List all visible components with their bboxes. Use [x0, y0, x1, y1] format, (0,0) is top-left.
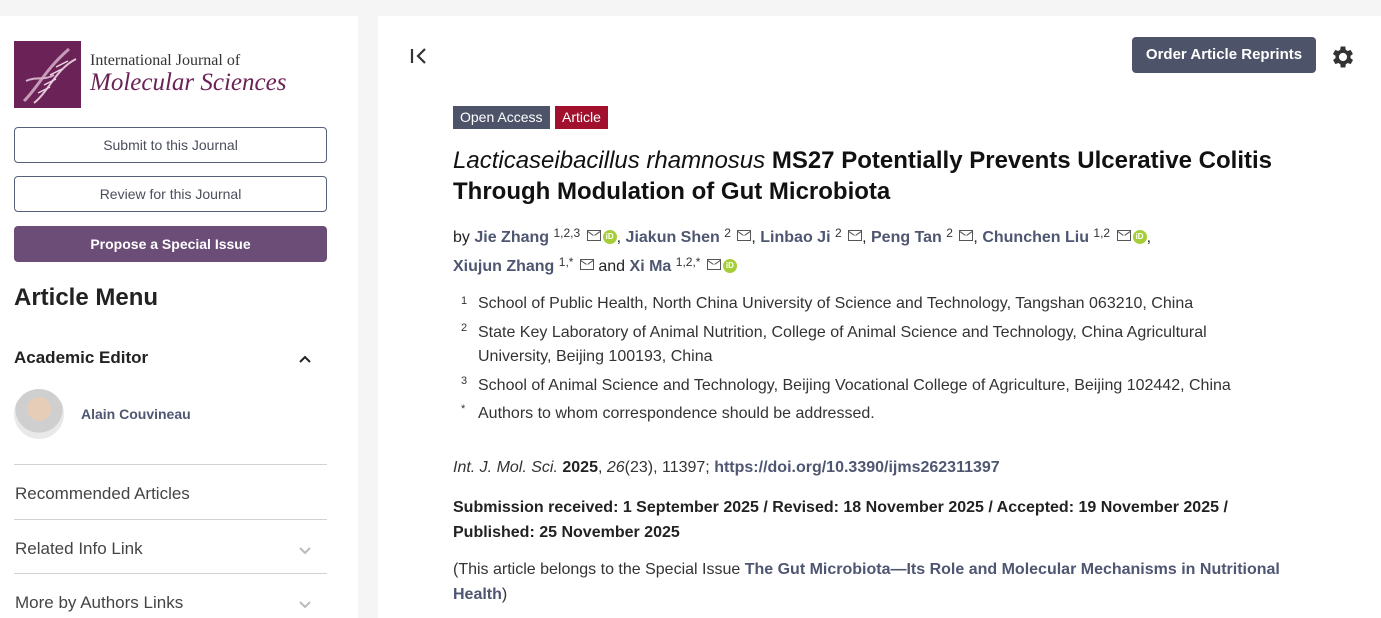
title-species: Lacticaseibacillus rhamnosus	[453, 147, 766, 174]
editor-name-link[interactable]: Alain Couvineau	[81, 406, 191, 422]
special-prefix: (This article belongs to the Special Iss…	[453, 561, 745, 578]
divider	[14, 464, 327, 465]
author-affil-sup: 2	[834, 226, 842, 240]
propose-special-issue-button[interactable]: Propose a Special Issue	[14, 226, 327, 262]
email-icon[interactable]	[959, 230, 974, 241]
dna-logo-icon	[14, 41, 81, 108]
article-dates: Submission received: 1 September 2025 / …	[453, 499, 1228, 541]
author-link[interactable]: Peng Tan	[871, 229, 942, 246]
author-affil-sup: 1,2	[1093, 226, 1111, 240]
divider	[14, 519, 327, 520]
author-affil-sup: 2	[724, 226, 731, 240]
citation-issue: (23), 11397;	[624, 459, 715, 476]
author-link[interactable]: Xi Ma	[630, 258, 672, 275]
email-icon[interactable]	[586, 230, 601, 241]
citation-volume: 26	[606, 459, 625, 476]
collapse-sidebar-icon[interactable]	[409, 47, 429, 65]
affiliation-number: 2	[461, 322, 468, 334]
author-link[interactable]: Jiakun Shen	[626, 229, 720, 246]
orcid-icon[interactable]: iD	[1132, 230, 1147, 244]
author-affil-sup: 1,2,*	[675, 255, 701, 269]
citation-year: 2025	[562, 459, 598, 476]
submit-journal-button[interactable]: Submit to this Journal	[14, 127, 327, 163]
avatar	[14, 389, 64, 439]
divider	[14, 573, 327, 574]
affiliation-number: 3	[461, 375, 468, 387]
open-access-badge[interactable]: Open Access	[453, 106, 550, 129]
author-link[interactable]: Chunchen Liu	[982, 229, 1089, 246]
email-icon[interactable]	[737, 230, 752, 241]
author-list: by Jie Zhang 1,2,3 iD, Jiakun Shen 2 , L…	[453, 226, 1152, 275]
review-journal-button[interactable]: Review for this Journal	[14, 176, 327, 212]
article-title: Lacticaseibacillus rhamnosus MS27 Potent…	[453, 145, 1313, 207]
order-reprints-button[interactable]: Order Article Reprints	[1132, 37, 1316, 73]
more-by-authors-link[interactable]: More by Authors Links	[15, 593, 183, 613]
author-link[interactable]: Xiujun Zhang	[453, 258, 554, 275]
author-affil-sup: 1,*	[558, 255, 574, 269]
orcid-icon[interactable]: iD	[602, 230, 617, 244]
recommended-articles-link[interactable]: Recommended Articles	[15, 484, 190, 504]
doi-link[interactable]: https://doi.org/10.3390/ijms262311397	[714, 459, 999, 476]
author-link[interactable]: Linbao Ji	[760, 229, 830, 246]
author-link[interactable]: Jie Zhang	[474, 229, 549, 246]
author-affil-sup: 1,2,3	[553, 226, 581, 240]
affiliation-number: *	[461, 403, 466, 415]
by-label: by	[453, 229, 470, 246]
special-issue-note: (This article belongs to the Special Iss…	[453, 557, 1323, 607]
email-icon[interactable]	[706, 259, 721, 270]
affiliation: School of Animal Science and Technology,…	[478, 377, 1231, 394]
article-main: Order Article Reprints Open Access Artic…	[378, 16, 1381, 618]
citation-journal: Int. J. Mol. Sci.	[453, 459, 558, 476]
author-affil-sup: 2	[946, 226, 953, 240]
academic-editor-heading[interactable]: Academic Editor	[14, 348, 148, 368]
sidebar: International Journal of Molecular Scien…	[0, 16, 358, 618]
email-icon[interactable]	[579, 259, 594, 270]
gear-icon[interactable]	[1329, 43, 1357, 71]
article-menu-title: Article Menu	[14, 284, 159, 311]
citation: Int. J. Mol. Sci. 2025, 26(23), 11397; h…	[453, 459, 1000, 476]
journal-name-line1: International Journal of	[90, 52, 241, 69]
email-icon[interactable]	[848, 230, 863, 241]
chevron-down-icon[interactable]	[298, 545, 312, 555]
affiliation: State Key Laboratory of Animal Nutrition…	[478, 324, 1207, 365]
email-icon[interactable]	[1116, 230, 1131, 241]
special-suffix: )	[501, 586, 508, 603]
related-info-link[interactable]: Related Info Link	[15, 539, 143, 559]
chevron-up-icon[interactable]	[298, 354, 312, 364]
affiliation-number: 1	[461, 295, 468, 307]
orcid-icon[interactable]: iD	[722, 259, 737, 273]
journal-logo[interactable]: International Journal of Molecular Scien…	[14, 41, 286, 108]
correspondence-note: Authors to whom correspondence should be…	[478, 405, 875, 422]
affiliation: School of Public Health, North China Uni…	[478, 295, 1194, 312]
chevron-down-icon[interactable]	[298, 599, 312, 609]
journal-name-line2: Molecular Sciences	[90, 69, 287, 96]
and-label: and	[598, 258, 626, 275]
article-type-badge: Article	[555, 106, 608, 129]
